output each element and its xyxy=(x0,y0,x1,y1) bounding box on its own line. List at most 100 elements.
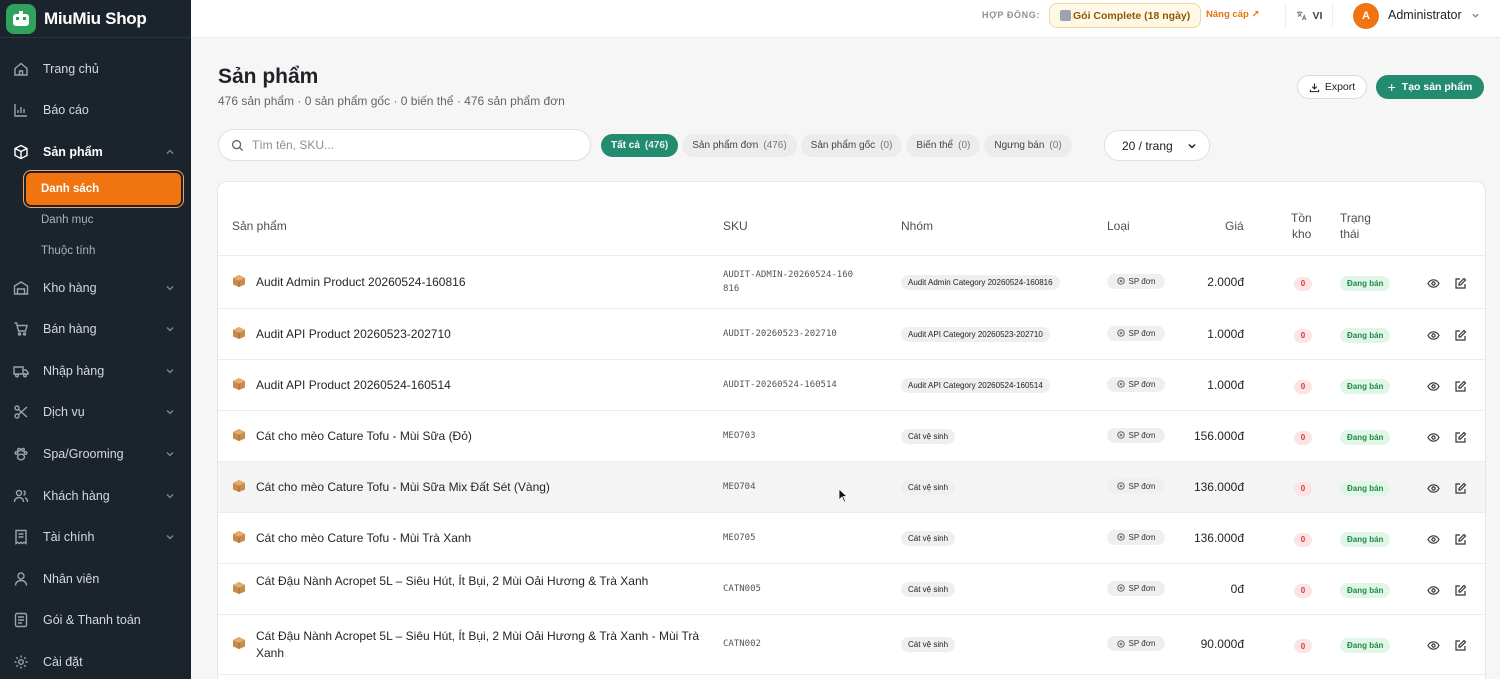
chevron-down-icon xyxy=(166,285,174,290)
search-input[interactable] xyxy=(252,138,552,152)
edit-icon[interactable] xyxy=(1454,584,1467,597)
sidebar-item-customers[interactable]: Khách hàng xyxy=(0,475,191,517)
table-row[interactable]: Cát cho mèo Cature Tofu - Mùi Trà Xanh M… xyxy=(218,513,1485,564)
sidebar-subitem-list[interactable]: Danh sách xyxy=(26,172,181,205)
eye-icon[interactable] xyxy=(1427,482,1440,495)
eye-icon[interactable] xyxy=(1427,380,1440,393)
sidebar-nav: Trang chủ Báo cáo Sản phẩm Danh sách Dan… xyxy=(0,38,191,679)
upgrade-link[interactable]: Nâng cấp ↗ xyxy=(1206,9,1259,20)
product-sku: CATN002 xyxy=(723,639,761,649)
table-row[interactable]: Audit Admin Product 20260524-160816 AUDI… xyxy=(218,256,1485,309)
product-name[interactable]: Cát cho mèo Cature Tofu - Mùi Sữa Mix Đấ… xyxy=(256,479,701,496)
table-row[interactable]: Audit API Product 20260523-202710 AUDIT-… xyxy=(218,309,1485,360)
edit-icon[interactable] xyxy=(1454,277,1467,290)
per-page-select[interactable]: 20 / trang xyxy=(1104,130,1210,161)
products-table: Sản phẩm SKU Nhóm Loại Giá Tồn kho Trạng… xyxy=(217,181,1486,679)
product-price: 1.000đ xyxy=(1207,377,1244,392)
cube-icon xyxy=(1116,277,1125,285)
avatar[interactable]: A xyxy=(1353,3,1379,29)
brand[interactable]: MiuMiu Shop xyxy=(0,0,191,38)
table-row[interactable]: Cát cho mèo Cature Tofu - Mùi Sữa (Đỏ) M… xyxy=(218,411,1485,462)
product-sku: AUDIT-20260524-160514 xyxy=(723,379,837,390)
filter-all[interactable]: Tất cả (476) xyxy=(601,134,679,157)
eye-icon[interactable] xyxy=(1427,431,1440,444)
product-name[interactable]: Cát Đậu Nành Acropet 5L – Siêu Hút, Ít B… xyxy=(256,573,701,590)
sidebar: MiuMiu Shop Trang chủ Báo cáo Sản phẩm D… xyxy=(0,0,191,679)
sidebar-item-home[interactable]: Trang chủ xyxy=(0,48,191,90)
col-price[interactable]: Giá xyxy=(1225,219,1244,233)
sidebar-item-purchasing[interactable]: Nhập hàng xyxy=(0,350,191,392)
brand-logo-icon xyxy=(6,3,36,34)
product-name[interactable]: Audit Admin Product 20260524-160816 xyxy=(256,274,701,291)
warehouse-icon xyxy=(12,279,30,297)
product-price: 1.000đ xyxy=(1207,326,1244,341)
product-price: 156.000đ xyxy=(1193,428,1244,443)
product-box-icon xyxy=(233,637,245,649)
filter-single-products[interactable]: Sản phẩm đơn (476) xyxy=(682,134,797,157)
user-icon xyxy=(12,570,30,588)
chevron-down-icon xyxy=(166,535,174,540)
filter-variants[interactable]: Biến thể (0) xyxy=(906,134,981,157)
export-button[interactable]: Export xyxy=(1297,75,1367,99)
create-product-button[interactable]: + Tạo sản phẩm xyxy=(1376,75,1484,99)
product-name[interactable]: Cát cho mèo Cature Tofu - Mùi Sữa (Đỏ) xyxy=(256,428,701,445)
sidebar-item-billing[interactable]: Gói & Thanh toán xyxy=(0,600,191,642)
sidebar-item-services[interactable]: Dịch vụ xyxy=(0,392,191,434)
eye-icon[interactable] xyxy=(1427,329,1440,342)
eye-icon[interactable] xyxy=(1427,277,1440,290)
plan-badge[interactable]: Gói Complete (18 ngày) xyxy=(1049,3,1202,28)
chevron-down-icon xyxy=(166,451,174,457)
eye-icon[interactable] xyxy=(1427,533,1440,546)
chevron-down-icon xyxy=(166,327,174,332)
table-row[interactable]: Cát Đậu Nành Acropet 5L – Siêu Hút, Ít B… xyxy=(218,564,1485,615)
edit-icon[interactable] xyxy=(1454,639,1467,652)
col-stock-line2[interactable]: kho xyxy=(1292,227,1311,241)
edit-icon[interactable] xyxy=(1454,533,1467,546)
sidebar-item-products[interactable]: Sản phẩm xyxy=(0,131,191,173)
product-name[interactable]: Cát cho mèo Cature Tofu - Mùi Trà Xanh xyxy=(256,530,701,547)
language-switcher[interactable]: VI xyxy=(1285,3,1333,28)
chevron-down-icon[interactable] xyxy=(1471,11,1480,20)
sidebar-item-sales[interactable]: Bán hàng xyxy=(0,308,191,350)
sidebar-subitem-categories[interactable]: Danh mục xyxy=(26,205,191,236)
eye-icon[interactable] xyxy=(1427,584,1440,597)
edit-icon[interactable] xyxy=(1454,329,1467,342)
group-badge: Audit API Category 20260524-160514 xyxy=(901,377,1050,393)
sidebar-item-spa-grooming[interactable]: Spa/Grooming xyxy=(0,433,191,475)
receipt-icon xyxy=(12,528,30,546)
table-row[interactable]: Audit API Product 20260524-160514 AUDIT-… xyxy=(218,360,1485,411)
product-name[interactable]: Audit API Product 20260524-160514 xyxy=(256,377,701,394)
sidebar-item-reports[interactable]: Báo cáo xyxy=(0,90,191,132)
col-stock-line1[interactable]: Tồn xyxy=(1291,211,1312,225)
sidebar-item-finance[interactable]: Tài chính xyxy=(0,516,191,558)
card-icon xyxy=(12,611,30,629)
col-sku[interactable]: SKU xyxy=(723,219,748,233)
product-name[interactable]: Cát Đậu Nành Acropet 5L – Siêu Hút, Ít B… xyxy=(256,628,701,662)
edit-icon[interactable] xyxy=(1454,431,1467,444)
filter-parent-products[interactable]: Sản phẩm gốc (0) xyxy=(800,134,903,157)
page-subtitle: 476 sản phẩm · 0 sản phẩm gốc · 0 biến t… xyxy=(218,94,565,108)
table-row[interactable]: Cát Đậu Nành Acropet 5L – Siêu Hút, Ít B… xyxy=(218,615,1485,675)
table-row[interactable]: Cát cho mèo Cature Tofu - Mùi Sữa Mix Đấ… xyxy=(218,462,1485,513)
sidebar-item-settings[interactable]: Cài đặt xyxy=(0,641,191,679)
col-status-line1[interactable]: Trạng xyxy=(1340,211,1371,225)
eye-icon[interactable] xyxy=(1427,639,1440,652)
col-type[interactable]: Loại xyxy=(1107,219,1130,233)
filter-discontinued[interactable]: Ngưng bán (0) xyxy=(984,134,1072,157)
chevron-down-icon xyxy=(166,410,174,415)
edit-icon[interactable] xyxy=(1454,482,1467,495)
col-status-line2[interactable]: thái xyxy=(1340,227,1359,241)
product-box-icon xyxy=(233,274,245,287)
col-product[interactable]: Sản phẩm xyxy=(232,219,287,233)
product-price: 0đ xyxy=(1230,581,1244,596)
user-name[interactable]: Administrator xyxy=(1388,8,1462,22)
cube-icon xyxy=(1116,482,1125,490)
product-price: 136.000đ xyxy=(1193,479,1244,494)
sidebar-subitem-attributes[interactable]: Thuộc tính xyxy=(26,236,191,267)
col-group[interactable]: Nhóm xyxy=(901,219,933,233)
edit-icon[interactable] xyxy=(1454,380,1467,393)
cube-icon xyxy=(1116,639,1125,648)
product-name[interactable]: Audit API Product 20260523-202710 xyxy=(256,326,701,343)
sidebar-item-warehouse[interactable]: Kho hàng xyxy=(0,267,191,309)
sidebar-item-staff[interactable]: Nhân viên xyxy=(0,558,191,600)
